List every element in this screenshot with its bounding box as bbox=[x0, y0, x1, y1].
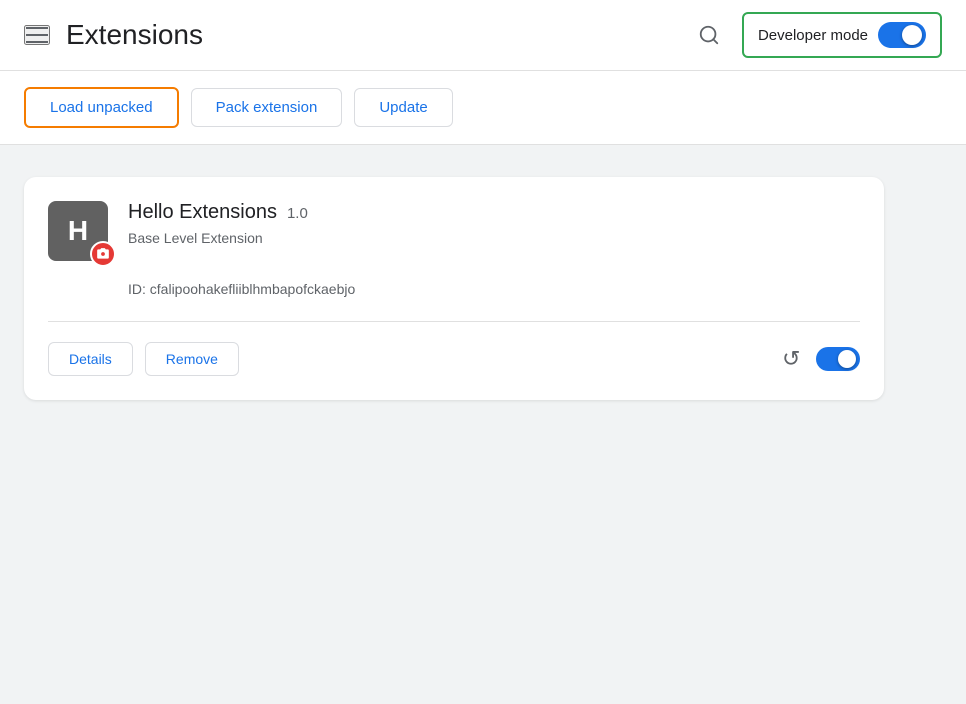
developer-mode-thumb bbox=[902, 25, 922, 45]
extension-description: Base Level Extension bbox=[128, 230, 860, 246]
menu-bar-3 bbox=[26, 41, 48, 43]
extension-badge bbox=[90, 241, 116, 267]
developer-mode-box: Developer mode bbox=[742, 12, 942, 58]
page-title: Extensions bbox=[66, 19, 203, 51]
extension-name: Hello Extensions bbox=[128, 201, 277, 224]
header-right: Developer mode bbox=[692, 12, 942, 58]
header-left: Extensions bbox=[24, 19, 203, 51]
extension-card: H Hello Extensions 1.0 Base Level Extens… bbox=[24, 177, 884, 400]
load-unpacked-button[interactable]: Load unpacked bbox=[24, 87, 179, 128]
details-button[interactable]: Details bbox=[48, 342, 133, 376]
toolbar: Load unpacked Pack extension Update bbox=[0, 71, 966, 145]
remove-button[interactable]: Remove bbox=[145, 342, 239, 376]
card-top: H Hello Extensions 1.0 Base Level Extens… bbox=[48, 201, 860, 261]
card-bottom-right: ↻ bbox=[782, 346, 860, 372]
developer-mode-track bbox=[878, 22, 926, 48]
camera-icon bbox=[96, 247, 110, 261]
extension-name-row: Hello Extensions 1.0 bbox=[128, 201, 860, 224]
main-content: H Hello Extensions 1.0 Base Level Extens… bbox=[0, 145, 966, 704]
extension-toggle-thumb bbox=[838, 350, 856, 368]
menu-icon-button[interactable] bbox=[24, 25, 50, 45]
extension-version: 1.0 bbox=[287, 205, 308, 222]
extension-info: Hello Extensions 1.0 Base Level Extensio… bbox=[128, 201, 860, 246]
header: Extensions Developer mode bbox=[0, 0, 966, 71]
developer-mode-label: Developer mode bbox=[758, 27, 868, 44]
extension-id: ID: cfalipoohakefliiblhmbapofckaebjo bbox=[48, 281, 860, 297]
search-button[interactable] bbox=[692, 18, 726, 52]
update-button[interactable]: Update bbox=[354, 88, 452, 127]
reload-icon[interactable]: ↻ bbox=[782, 346, 800, 372]
developer-mode-toggle[interactable] bbox=[878, 22, 926, 48]
extension-toggle[interactable] bbox=[816, 347, 860, 371]
extension-icon-wrapper: H bbox=[48, 201, 108, 261]
search-icon bbox=[698, 24, 720, 46]
pack-extension-button[interactable]: Pack extension bbox=[191, 88, 343, 127]
menu-bar-1 bbox=[26, 27, 48, 29]
extension-icon-letter: H bbox=[68, 215, 88, 247]
card-bottom: Details Remove ↻ bbox=[48, 321, 860, 376]
menu-bar-2 bbox=[26, 34, 48, 36]
